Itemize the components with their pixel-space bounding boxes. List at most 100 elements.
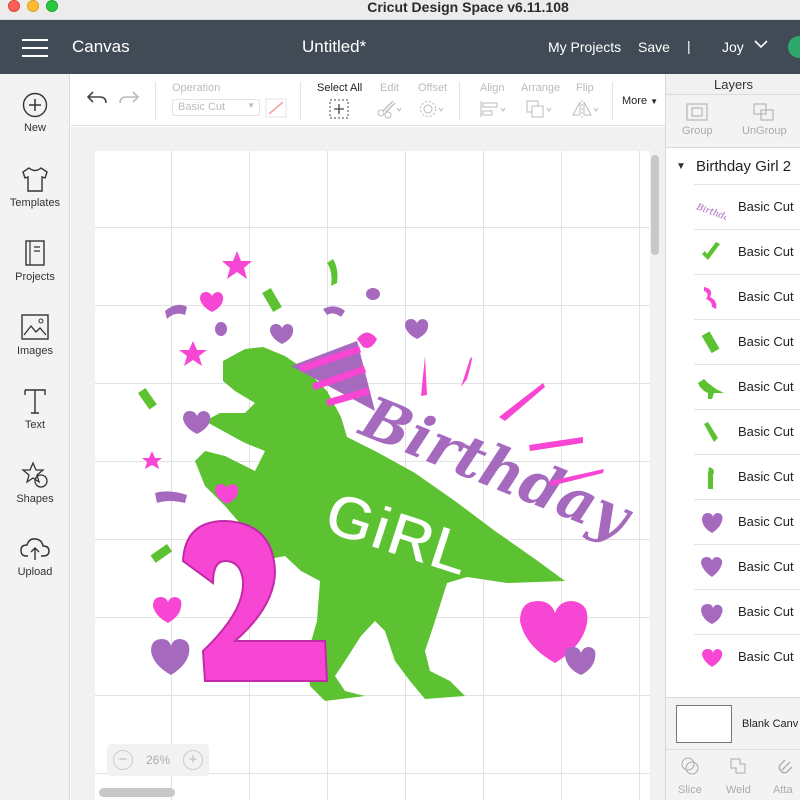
layer-row[interactable]: Basic Cut [694,544,800,589]
book-icon [25,240,45,266]
layer-row[interactable]: Basic Cut [694,274,800,319]
confetti-shape[interactable] [215,322,227,336]
my-projects-button[interactable]: My Projects [548,39,621,55]
birthday-girl-design[interactable]: Birthday GiRL [95,151,650,800]
cutting-mat-grid[interactable]: Birthday GiRL [95,151,650,800]
more-menu[interactable]: More ▼ [622,95,658,107]
star-shape[interactable] [222,251,252,279]
canvas-area[interactable]: Birthday GiRL − 26% + [71,127,665,800]
zoom-out-button[interactable]: − [113,750,133,770]
green-confetti-thumb-icon [702,242,720,260]
arrange-icon[interactable] [525,99,553,122]
align-icon[interactable] [479,99,507,122]
burst-line-shape[interactable] [421,356,427,396]
layer-row[interactable]: Basic Cut [694,499,800,544]
group-icon[interactable] [686,103,708,126]
offset-label: Offset [418,82,448,94]
pink-heart-thumb-icon [702,649,723,667]
slice-icon[interactable] [680,756,700,781]
green-curl-thumb-icon [708,467,714,489]
heart-shape[interactable] [565,647,596,675]
shapes-icon [21,461,48,488]
horizontal-scrollbar[interactable] [99,788,175,797]
sidebar-item-templates[interactable]: Templates [0,165,70,209]
confetti-shape[interactable] [366,288,380,300]
toolbar-divider [300,82,301,120]
menu-icon[interactable] [22,39,48,57]
offset-icon[interactable] [419,99,445,122]
operation-value: Basic Cut [178,101,226,113]
vertical-scrollbar[interactable] [651,155,659,255]
select-all-icon[interactable] [329,99,349,122]
sidebar-item-label: Images [16,345,54,357]
text-icon [24,389,46,414]
confetti-shape[interactable] [323,306,345,317]
layer-row[interactable]: Basic Cut [694,319,800,364]
layer-name: Basic Cut [738,379,794,394]
purple-heart-thumb-icon [701,557,723,577]
heart-shape[interactable] [270,324,294,344]
burst-line-shape[interactable] [499,383,545,421]
avatar[interactable] [788,36,800,58]
dino-thumb-icon [698,379,724,399]
flip-icon[interactable] [570,99,600,122]
caret-down-icon[interactable]: ▼ [676,161,686,172]
sidebar-item-label: Templates [9,197,61,209]
confetti-shape[interactable] [327,259,338,286]
layer-row[interactable]: Basic Cut [694,634,800,679]
layer-row[interactable]: Basic Cut [694,364,800,409]
attach-button[interactable]: Atta [773,784,793,796]
layer-row[interactable]: Birthday Basic Cut [694,184,800,229]
ungroup-button[interactable]: UnGroup [742,125,787,137]
group-button[interactable]: Group [682,125,713,137]
sidebar-item-projects[interactable]: Projects [0,239,70,283]
layer-name: Basic Cut [738,199,794,214]
confetti-shape[interactable] [150,543,173,563]
layer-row[interactable]: Basic Cut [694,229,800,274]
burst-line-shape[interactable] [529,437,583,451]
layer-name: Basic Cut [738,334,794,349]
undo-icon[interactable] [85,88,109,111]
slice-button[interactable]: Slice [678,784,702,796]
blank-canvas-swatch[interactable] [676,705,732,743]
sidebar-item-new[interactable]: New [0,92,70,134]
operation-select[interactable]: Basic Cut ▼ [172,99,260,116]
sidebar-item-shapes[interactable]: Shapes [0,461,70,505]
burst-line-shape[interactable] [461,357,472,387]
user-menu[interactable]: Joy [722,39,744,55]
confetti-shape[interactable] [165,304,187,319]
sidebar-item-images[interactable]: Images [0,313,70,357]
ungroup-icon[interactable] [753,103,775,126]
layer-group-header[interactable]: ▼ Birthday Girl 2 [666,148,800,184]
attach-icon[interactable] [776,756,796,781]
redo-icon[interactable] [117,88,141,111]
layer-row[interactable]: Basic Cut [694,454,800,499]
select-all-label[interactable]: Select All [317,82,362,94]
scissors-icon[interactable] [376,99,402,122]
heart-shape[interactable] [405,319,429,339]
layer-row[interactable]: Basic Cut [694,409,800,454]
weld-icon[interactable] [728,756,748,781]
sidebar-item-upload[interactable]: Upload [0,536,70,578]
heart-shape[interactable] [183,411,211,434]
confetti-shape[interactable] [155,491,187,503]
sidebar-item-text[interactable]: Text [0,387,70,431]
document-title[interactable]: Untitled* [302,37,366,57]
zoom-in-button[interactable]: + [183,750,203,770]
save-button[interactable]: Save [638,39,670,55]
sidebar-item-label: Projects [15,271,55,283]
heart-shape[interactable] [153,597,182,623]
hat-ribbon-shape[interactable] [357,332,377,349]
star-shape[interactable] [179,341,207,366]
confetti-shape[interactable] [262,287,282,313]
star-shape[interactable] [142,451,162,469]
confetti-shape[interactable] [137,387,157,410]
ruler [95,127,655,151]
chevron-down-icon[interactable] [754,36,768,53]
layer-row[interactable]: Basic Cut [694,589,800,634]
weld-button[interactable]: Weld [726,784,751,796]
heart-shape[interactable] [151,639,190,675]
linetype-color-icon[interactable] [265,98,287,121]
dropdown-arrow-icon: ▼ [247,101,255,110]
heart-shape[interactable] [200,292,224,312]
